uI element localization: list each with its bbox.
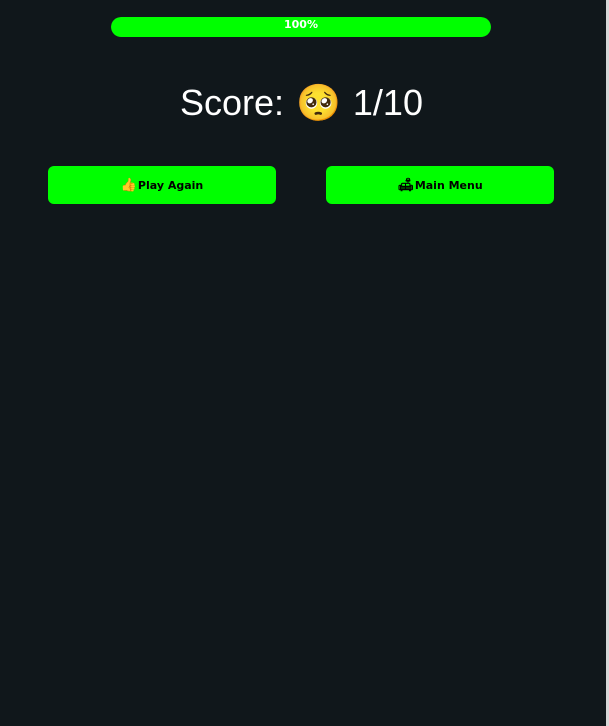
progress-label: 100%	[284, 18, 318, 31]
thumbs-up-icon: 👍	[120, 177, 137, 193]
couch-icon: 🛋	[397, 177, 414, 193]
play-again-button[interactable]: 👍 Play Again	[48, 166, 276, 204]
score-display: Score: 🥺 1/10	[0, 80, 603, 126]
score-value: 1/10	[352, 82, 423, 123]
pleading-face-icon: 🥺	[296, 82, 341, 123]
main-menu-label: Main Menu	[414, 178, 483, 192]
score-prefix: Score:	[180, 82, 285, 123]
main-menu-button[interactable]: 🛋 Main Menu	[326, 166, 554, 204]
progress-bar: 100%	[111, 17, 491, 37]
play-again-label: Play Again	[137, 178, 204, 192]
